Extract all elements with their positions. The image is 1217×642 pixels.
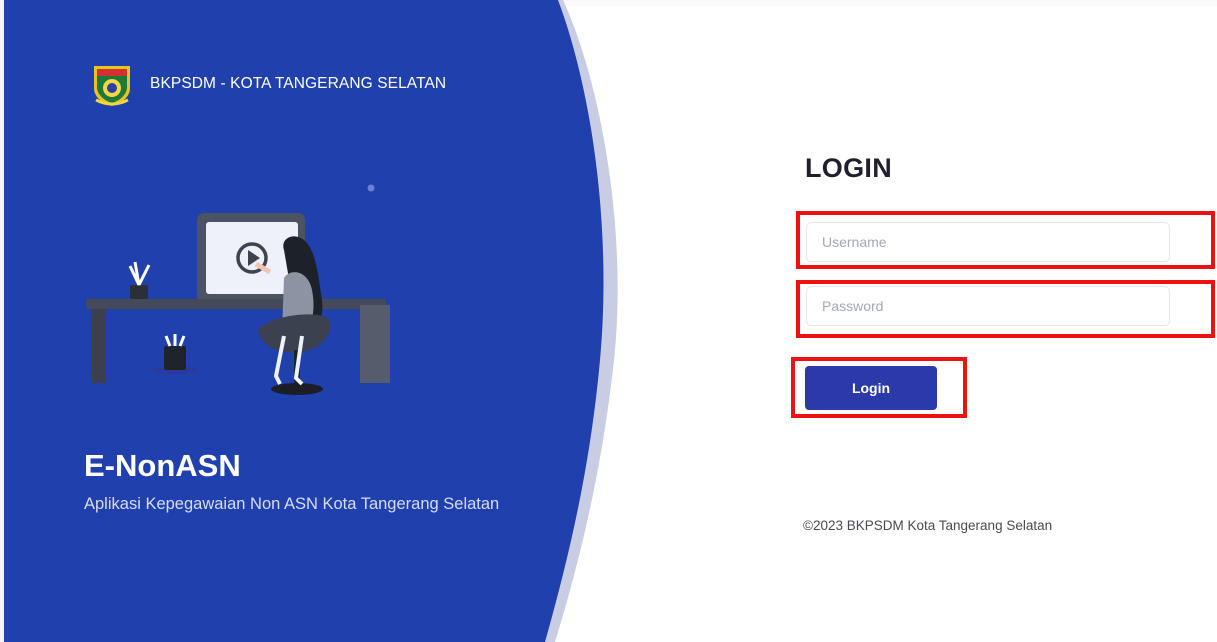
city-emblem-icon: [94, 66, 130, 106]
brand: BKPSDM - KOTA TANGERANG SELATAN: [88, 60, 446, 108]
left-edge: [0, 0, 4, 642]
app-title: E-NonASN: [84, 448, 241, 483]
brand-name: BKPSDM - KOTA TANGERANG SELATAN: [150, 75, 447, 92]
login-button[interactable]: Login: [805, 366, 937, 410]
login-heading: LOGIN: [805, 153, 892, 183]
password-input[interactable]: [806, 286, 1170, 326]
app-subtitle: Aplikasi Kepegawaian Non ASN Kota Tanger…: [84, 495, 500, 513]
username-input[interactable]: [806, 222, 1170, 262]
copyright-text: ©2023 BKPSDM Kota Tangerang Selatan: [803, 518, 1053, 533]
decor-dot: [367, 184, 375, 192]
